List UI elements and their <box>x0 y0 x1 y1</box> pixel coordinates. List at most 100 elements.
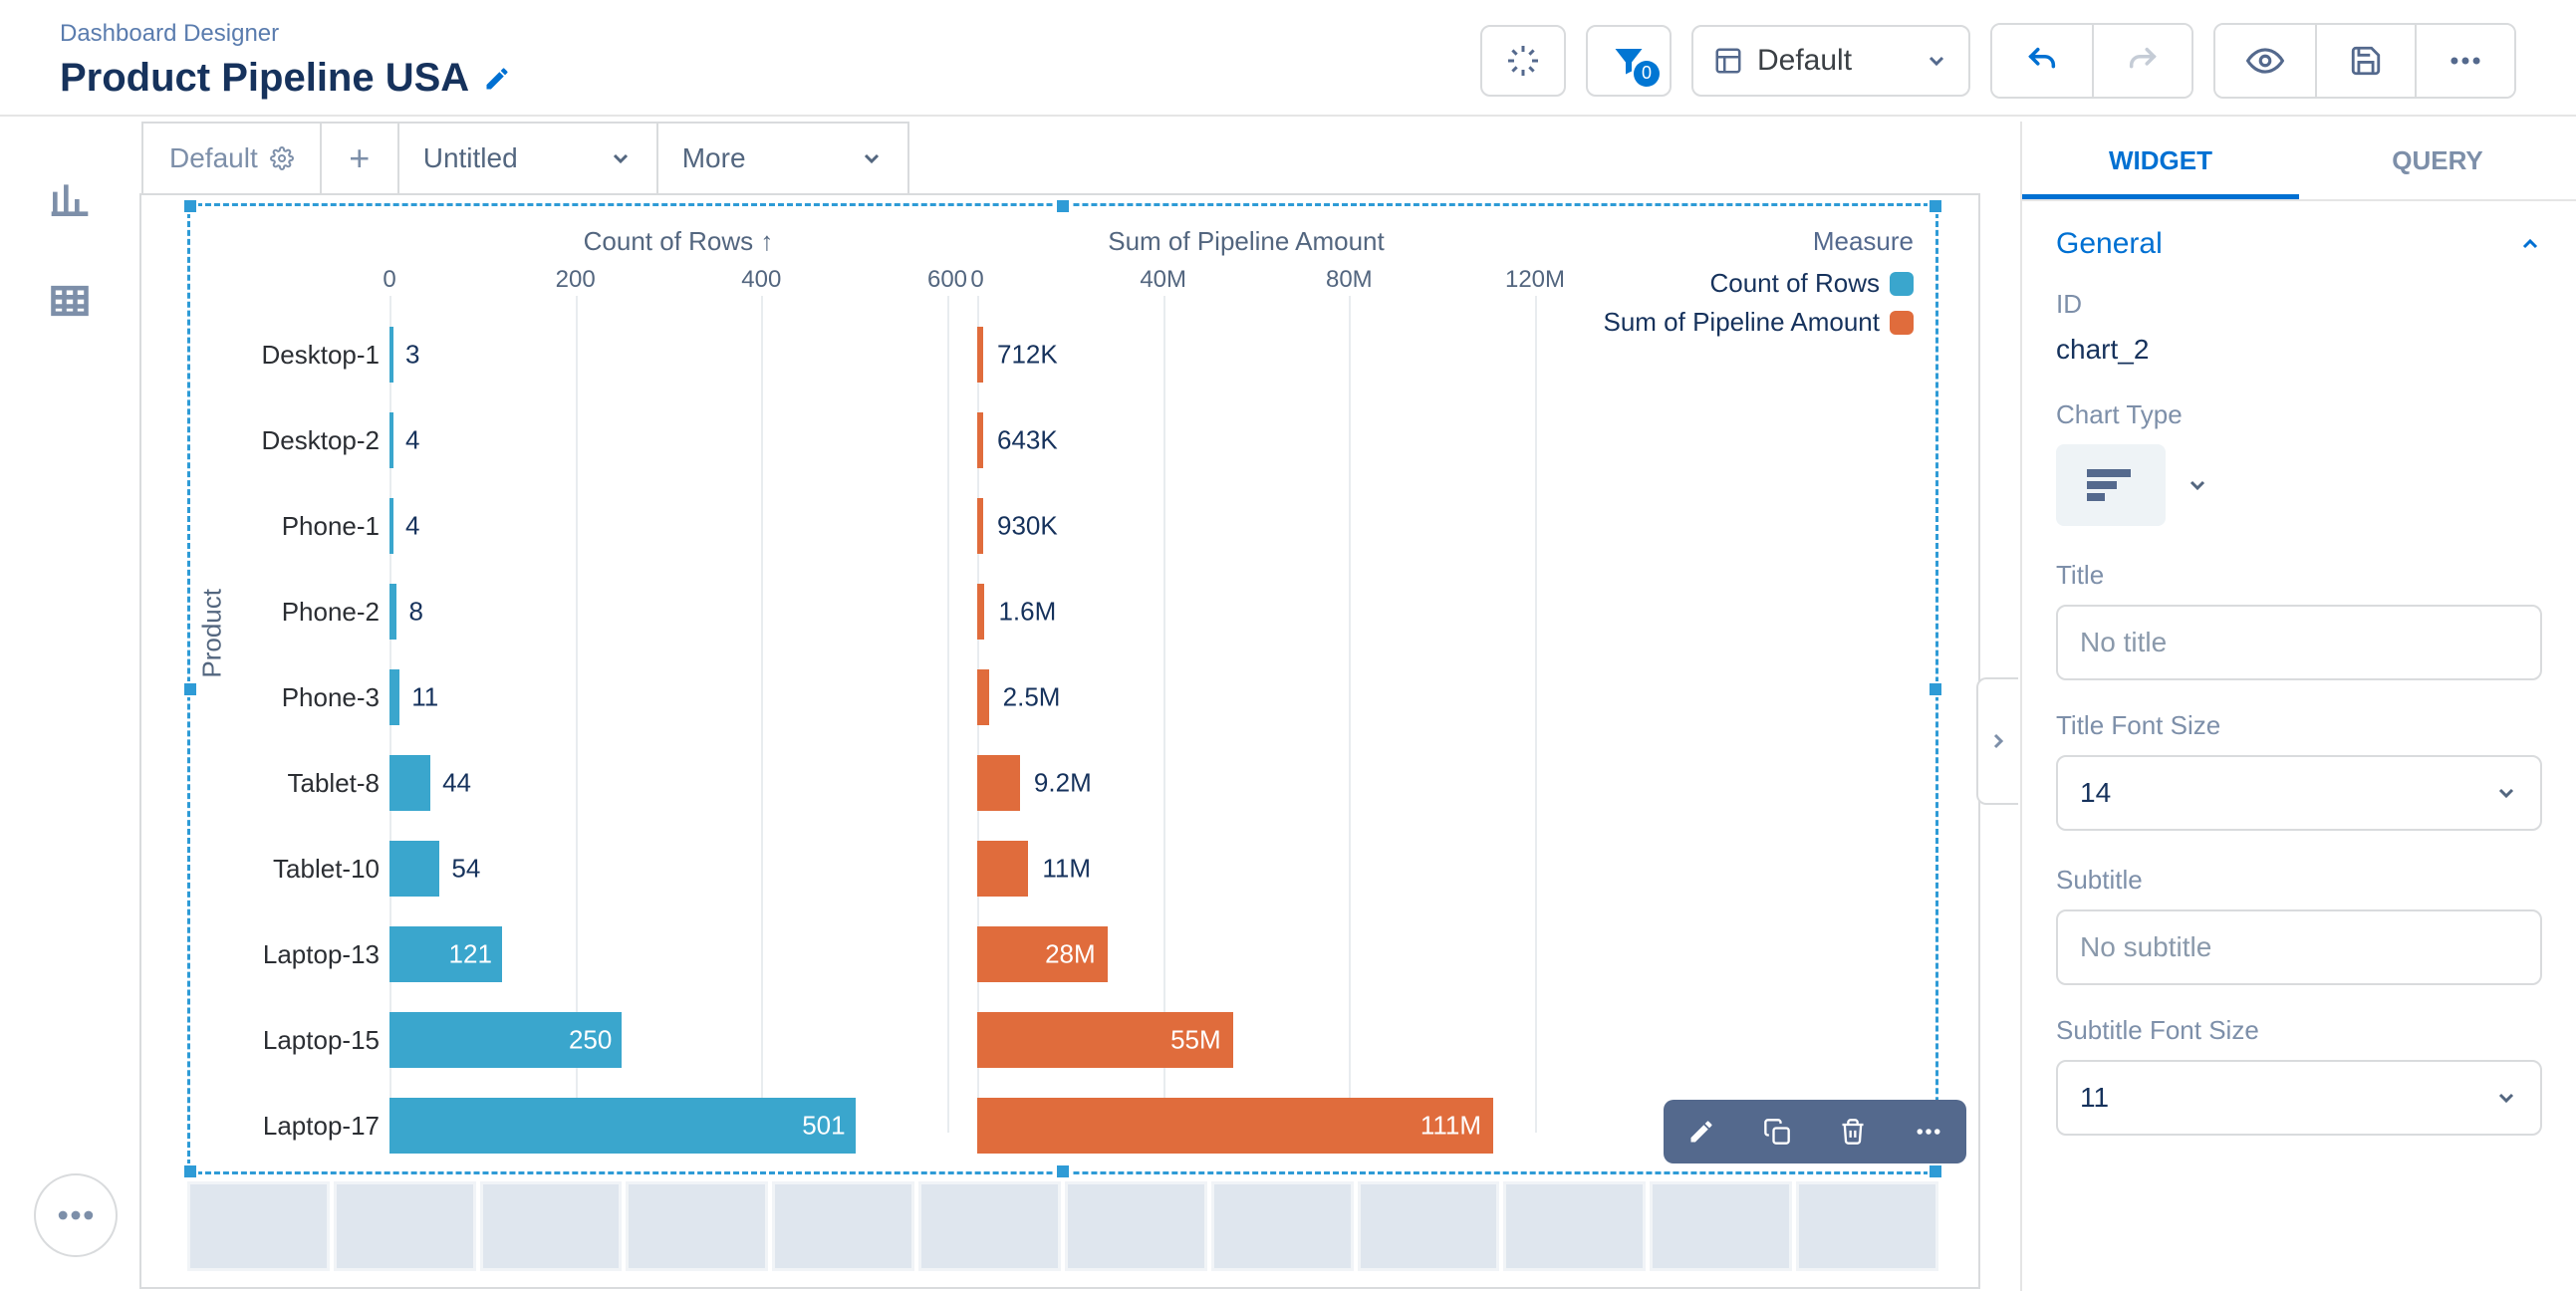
title-input[interactable] <box>2056 605 2542 680</box>
category-label: Phone-3 <box>282 682 380 713</box>
more-button[interactable] <box>2415 25 2514 97</box>
right-panel: WIDGET QUERY General ID chart_2 Chart Ty… <box>2020 122 2576 1291</box>
grid-slot[interactable] <box>1065 1181 1207 1271</box>
value-label: 54 <box>451 854 480 885</box>
breadcrumb[interactable]: Dashboard Designer <box>60 20 1480 48</box>
title-label: Title <box>2056 560 2542 591</box>
center-canvas-area: Default + Untitled More <box>139 122 1982 1289</box>
layout-dropdown[interactable]: Default <box>1691 25 1970 97</box>
tab-query[interactable]: QUERY <box>2299 122 2576 199</box>
expand-panel-tab[interactable] <box>1976 677 2018 805</box>
title-font-size-select[interactable]: 14 <box>2056 755 2542 831</box>
grid-slot[interactable] <box>187 1181 330 1271</box>
header-left: Dashboard Designer Product Pipeline USA <box>60 20 1480 101</box>
bar-series1[interactable] <box>389 327 393 383</box>
redo-button[interactable] <box>2092 25 2191 97</box>
sparkle-button[interactable] <box>1480 25 1566 97</box>
chart-type-chevron[interactable] <box>2186 473 2209 497</box>
chart-row[interactable]: Laptop-1312128M <box>389 911 1864 997</box>
grid-slot[interactable] <box>1796 1181 1938 1271</box>
bar-series2[interactable] <box>977 412 983 468</box>
plot-area: 0200400600040M80M120MDesktop-13712KDeskt… <box>389 266 1864 1133</box>
grid-slot[interactable] <box>1358 1181 1500 1271</box>
dashboard-board[interactable]: Count of Rows ↑ Sum of Pipeline Amount M… <box>139 193 1980 1289</box>
chart-type-button[interactable] <box>2056 444 2166 526</box>
chart-row[interactable]: Phone-14930K <box>389 483 1864 569</box>
copy-widget-button[interactable] <box>1739 1100 1815 1163</box>
chart-row[interactable]: Phone-3112.5M <box>389 654 1864 740</box>
grid-slot[interactable] <box>772 1181 914 1271</box>
value-label: 8 <box>408 597 422 628</box>
edit-widget-button[interactable] <box>1664 1100 1739 1163</box>
save-button[interactable] <box>2315 25 2415 97</box>
add-page-button[interactable]: + <box>322 124 399 193</box>
grid-slot[interactable] <box>626 1181 768 1271</box>
more-widget-button[interactable] <box>1891 1100 1966 1163</box>
grid-slot[interactable] <box>1211 1181 1354 1271</box>
bar-series1[interactable] <box>389 669 399 725</box>
value-label: 930K <box>997 511 1058 542</box>
chart-row[interactable]: Tablet-8449.2M <box>389 740 1864 826</box>
subtitle-font-size-select[interactable]: 11 <box>2056 1060 2542 1136</box>
grid-slot[interactable] <box>334 1181 476 1271</box>
selected-chart-widget[interactable]: Count of Rows ↑ Sum of Pipeline Amount M… <box>187 203 1938 1174</box>
chart-row[interactable]: Laptop-1525055M <box>389 997 1864 1083</box>
chevron-up-icon <box>2518 232 2542 256</box>
value-label: 11 <box>411 682 438 713</box>
filter-badge: 0 <box>1634 61 1660 87</box>
tick-label: 0 <box>970 266 983 294</box>
bar-series1[interactable] <box>389 755 430 811</box>
bar-series2[interactable] <box>977 327 983 383</box>
edit-title-icon[interactable] <box>483 65 511 93</box>
category-label: Laptop-15 <box>263 1025 380 1056</box>
tab-widget[interactable]: WIDGET <box>2022 122 2299 199</box>
chart-row[interactable]: Desktop-13712K <box>389 312 1864 397</box>
chart-row[interactable]: Tablet-105411M <box>389 826 1864 911</box>
grid-slot[interactable] <box>1503 1181 1646 1271</box>
tick-label: 600 <box>927 266 967 294</box>
category-label: Tablet-10 <box>273 854 380 885</box>
tick-label: 400 <box>741 266 781 294</box>
more-tab-dropdown[interactable]: More <box>658 124 907 193</box>
grid-slot[interactable] <box>918 1181 1061 1271</box>
tick-label: 120M <box>1505 266 1565 294</box>
value-label: 11M <box>1042 854 1091 885</box>
chart-row[interactable]: Phone-281.6M <box>389 569 1864 654</box>
gear-icon <box>270 146 294 170</box>
bar-series1[interactable] <box>389 584 396 640</box>
value-label: 9.2M <box>1034 768 1092 799</box>
grid-slot[interactable] <box>480 1181 623 1271</box>
bar-series2[interactable] <box>977 669 989 725</box>
subtitle-font-size-value: 11 <box>2080 1082 2109 1114</box>
bar-series2[interactable] <box>977 841 1028 897</box>
undo-button[interactable] <box>1992 25 2092 97</box>
default-page-tab[interactable]: Default <box>143 124 322 193</box>
bar-series2[interactable] <box>977 755 1020 811</box>
bar-series1[interactable] <box>389 412 393 468</box>
table-widget-icon[interactable] <box>48 279 92 323</box>
preview-button[interactable] <box>2215 25 2315 97</box>
bar-series1[interactable] <box>389 498 393 554</box>
bar-series2[interactable] <box>977 498 983 554</box>
value-label: 4 <box>405 511 419 542</box>
chart-widget-icon[interactable] <box>48 177 92 221</box>
bar-series2[interactable] <box>977 1098 1493 1154</box>
bar-series1[interactable] <box>389 1098 856 1154</box>
subtitle-input[interactable] <box>2056 909 2542 985</box>
delete-widget-button[interactable] <box>1815 1100 1891 1163</box>
value-label: 44 <box>442 768 471 799</box>
id-label: ID <box>2056 289 2542 320</box>
fab-more-button[interactable] <box>34 1173 118 1257</box>
title-font-size-value: 14 <box>2080 777 2111 809</box>
bar-series2[interactable] <box>977 584 984 640</box>
chart-row[interactable]: Laptop-17501111M <box>389 1083 1864 1168</box>
general-section-header[interactable]: General <box>2056 227 2542 261</box>
bar-series1[interactable] <box>389 841 439 897</box>
chart-row[interactable]: Desktop-24643K <box>389 397 1864 483</box>
untitled-tab-dropdown[interactable]: Untitled <box>399 124 658 193</box>
filter-button[interactable]: 0 <box>1586 25 1672 97</box>
grid-slot[interactable] <box>1650 1181 1792 1271</box>
value-label: 55M <box>1170 1025 1221 1056</box>
value-label: 2.5M <box>1003 682 1061 713</box>
widget-action-pill <box>1664 1100 1966 1163</box>
